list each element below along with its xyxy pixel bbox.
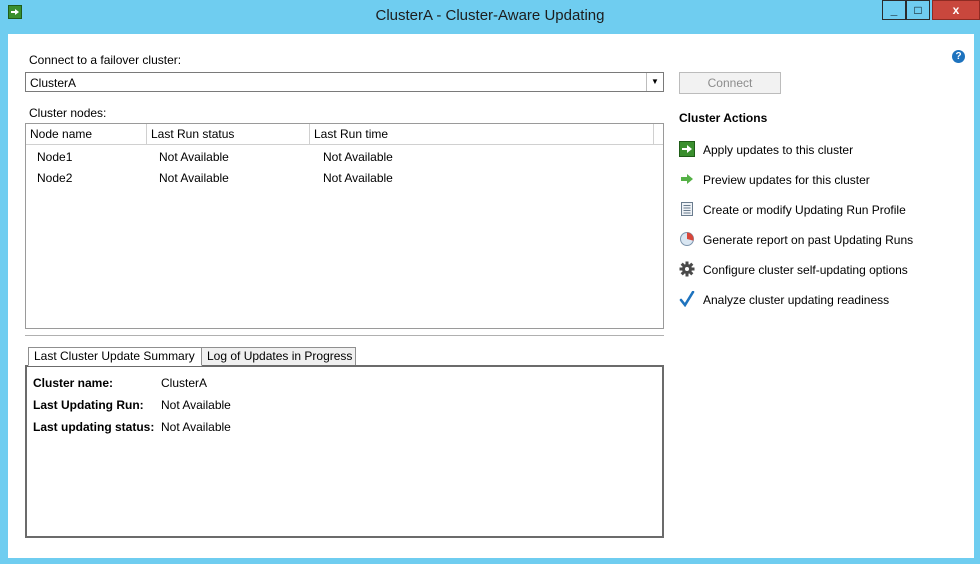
column-header-node-name[interactable]: Node name — [26, 124, 147, 144]
cluster-combo-box[interactable]: ClusterA ▼ — [25, 72, 664, 92]
last-updating-status-label: Last updating status: — [33, 420, 155, 434]
connect-label: Connect to a failover cluster: — [29, 53, 182, 67]
summary-panel: Cluster name: ClusterA Last Updating Run… — [25, 365, 664, 538]
tab-log-of-updates[interactable]: Log of Updates in Progress — [201, 347, 356, 366]
last-run-time-cell: Not Available — [323, 150, 393, 164]
last-updating-run-value: Not Available — [161, 398, 231, 412]
last-run-status-cell: Not Available — [159, 171, 229, 185]
cluster-name-value: ClusterA — [161, 376, 208, 390]
table-row[interactable]: Node1 Not Available Not Available — [26, 147, 663, 167]
self-updating-options-label: Configure cluster self-updating options — [703, 263, 908, 277]
cluster-actions-title: Cluster Actions — [679, 111, 768, 125]
last-updating-run-label: Last Updating Run: — [33, 398, 144, 412]
report-chart-icon — [679, 231, 695, 247]
cluster-nodes-table[interactable]: Node name Last Run status Last Run time … — [25, 123, 664, 329]
tab-last-cluster-update-summary[interactable]: Last Cluster Update Summary — [28, 347, 202, 366]
cluster-combo-value: ClusterA — [30, 76, 77, 90]
table-header: Node name Last Run status Last Run time — [26, 124, 663, 145]
table-row[interactable]: Node2 Not Available Not Available — [26, 168, 663, 188]
column-header-last-run-time[interactable]: Last Run time — [310, 124, 654, 144]
cluster-name-label: Cluster name: — [33, 376, 114, 390]
last-updating-status-value: Not Available — [161, 420, 231, 434]
client-area: ? Connect to a failover cluster: Cluster… — [8, 34, 974, 558]
generate-report-label: Generate report on past Updating Runs — [703, 233, 914, 247]
analyze-readiness-label: Analyze cluster updating readiness — [703, 293, 890, 307]
help-icon[interactable]: ? — [952, 50, 965, 63]
title-bar[interactable]: ClusterA - Cluster-Aware Updating _ □ x — [0, 0, 980, 34]
node-name-cell: Node1 — [37, 150, 73, 164]
last-run-status-cell: Not Available — [159, 150, 229, 164]
apply-updates-label: Apply updates to this cluster — [703, 143, 854, 157]
splitter[interactable] — [25, 335, 664, 336]
column-header-last-run-status[interactable]: Last Run status — [147, 124, 310, 144]
apply-updates-icon — [679, 141, 695, 157]
chevron-down-icon[interactable]: ▼ — [646, 73, 663, 91]
maximize-button[interactable]: □ — [906, 0, 930, 20]
minimize-button[interactable]: _ — [882, 0, 906, 20]
last-run-time-cell: Not Available — [323, 171, 393, 185]
preview-arrow-icon — [679, 171, 695, 187]
profile-document-icon — [679, 201, 695, 217]
app-window: ClusterA - Cluster-Aware Updating _ □ x … — [0, 0, 980, 564]
cluster-nodes-label: Cluster nodes: — [29, 106, 107, 120]
preview-updates-label: Preview updates for this cluster — [703, 173, 870, 187]
checkmark-icon — [679, 290, 695, 308]
gear-icon — [679, 261, 695, 277]
node-name-cell: Node2 — [37, 171, 73, 185]
close-button[interactable]: x — [932, 0, 980, 20]
run-profile-label: Create or modify Updating Run Profile — [703, 203, 906, 217]
window-title: ClusterA - Cluster-Aware Updating — [375, 7, 605, 24]
connect-button[interactable]: Connect — [679, 72, 781, 94]
